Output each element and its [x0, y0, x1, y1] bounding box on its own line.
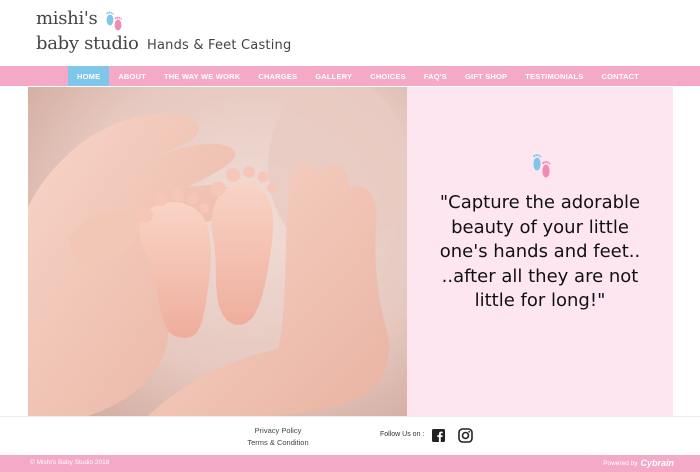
- facebook-icon[interactable]: [432, 429, 445, 442]
- copyright-text: © Mishi's Baby Studio 2018: [30, 459, 110, 466]
- nav-list: HOME ABOUT THE WAY WE WORK CHARGES GALLERY CH…: [68, 66, 648, 86]
- terms-condition-link[interactable]: Terms & Condition: [238, 437, 318, 449]
- hero-quote-text: "Capture the adorable beauty of your lit…: [439, 192, 641, 311]
- baby-feet-icon: [106, 11, 122, 31]
- nav-item-charges[interactable]: CHARGES: [249, 66, 306, 86]
- main-navigation: HOME ABOUT THE WAY WE WORK CHARGES GALLERY CH…: [0, 66, 700, 86]
- cybrain-logo: Cybrain: [640, 458, 674, 468]
- powered-by-label: Powered by: [603, 459, 638, 467]
- nav-item-choices[interactable]: CHOICES: [361, 66, 415, 86]
- hero-baby-feet-photo: [28, 87, 407, 416]
- follow-us-label: Follow Us on :: [380, 431, 425, 438]
- site-footer: Privacy Policy Terms & Condition Follow …: [0, 416, 700, 455]
- nav-item-contact[interactable]: CONTACT: [592, 66, 648, 86]
- nav-item-gallery[interactable]: GALLERY: [306, 66, 361, 86]
- nav-item-testimonials[interactable]: TESTIMONIALS: [516, 66, 592, 86]
- nav-item-home[interactable]: HOME: [68, 66, 110, 86]
- nav-item-gift-shop[interactable]: GIFT SHOP: [456, 66, 516, 86]
- site-header: mishi's baby studio Hands & Feet Casting: [0, 0, 700, 65]
- nav-item-about[interactable]: ABOUT: [109, 66, 155, 86]
- footer-links: Privacy Policy Terms & Condition: [238, 425, 318, 449]
- logo-text-line2: baby studio: [36, 33, 139, 54]
- nav-item-faq-s[interactable]: FAQ'S: [415, 66, 456, 86]
- copyright-bar: © Mishi's Baby Studio 2018 Powered by Cy…: [0, 455, 700, 472]
- instagram-icon[interactable]: [458, 428, 473, 443]
- hero-quote-panel: "Capture the adorable beauty of your lit…: [407, 87, 673, 416]
- site-logo[interactable]: mishi's baby studio: [36, 8, 146, 58]
- site-tagline: Hands & Feet Casting: [147, 38, 292, 53]
- powered-by[interactable]: Powered by Cybrain: [603, 458, 674, 468]
- hero-photo-illustration: [28, 87, 407, 416]
- baby-feet-icon: [533, 153, 551, 178]
- nav-item-the-way-we-work[interactable]: THE WAY WE WORK: [155, 66, 249, 86]
- logo-text-line1: mishi's: [36, 8, 98, 29]
- privacy-policy-link[interactable]: Privacy Policy: [238, 425, 318, 437]
